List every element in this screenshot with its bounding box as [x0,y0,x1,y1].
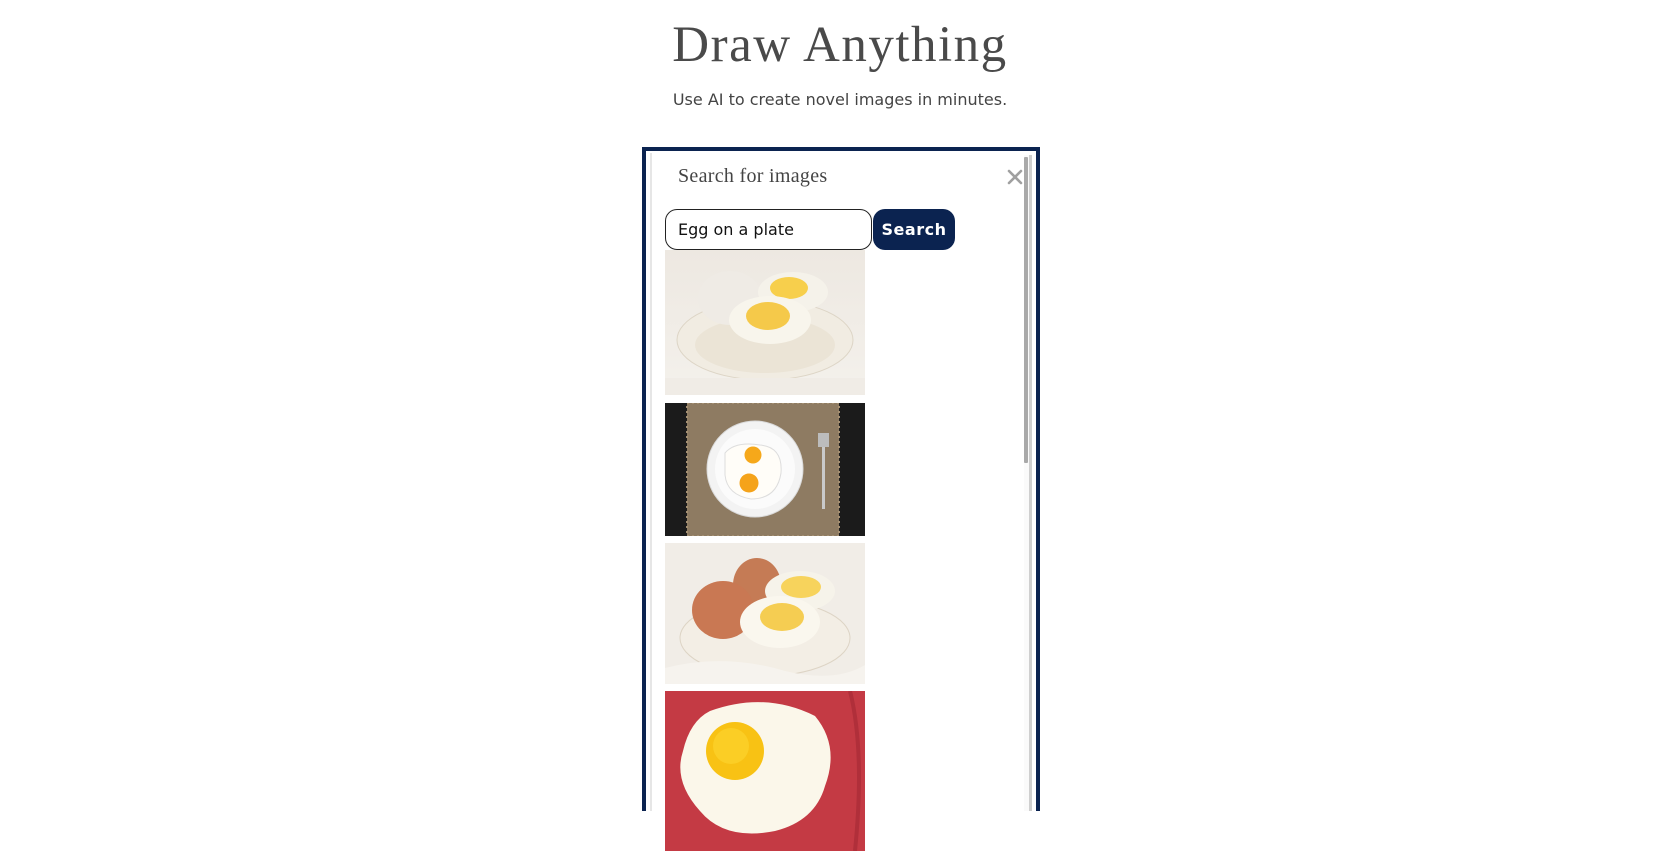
dialog-content: Search for images Search [650,153,1025,851]
page-subtitle: Use AI to create novel images in minutes… [672,90,1008,109]
image-search-dialog: Search for images Search [642,147,1040,851]
result-thumbnail-boiled-eggs [665,250,865,395]
dialog-title: Search for images [678,165,828,187]
scrollbar-thumb[interactable] [1024,157,1028,463]
result-image[interactable] [665,403,865,536]
result-image[interactable] [665,691,865,851]
result-thumbnail-fried-egg-red [665,691,865,851]
page-title: Draw Anything [672,17,1008,73]
scrollbar[interactable] [1024,155,1032,811]
close-icon [1007,169,1023,185]
search-button[interactable]: Search [873,209,955,250]
result-thumbnail-fried-eggs-burlap [665,403,865,536]
search-input[interactable] [665,209,872,250]
result-image[interactable] [665,543,865,684]
result-image[interactable] [665,250,865,395]
close-button[interactable] [1005,167,1025,187]
result-thumbnail-brown-eggs [665,543,865,684]
